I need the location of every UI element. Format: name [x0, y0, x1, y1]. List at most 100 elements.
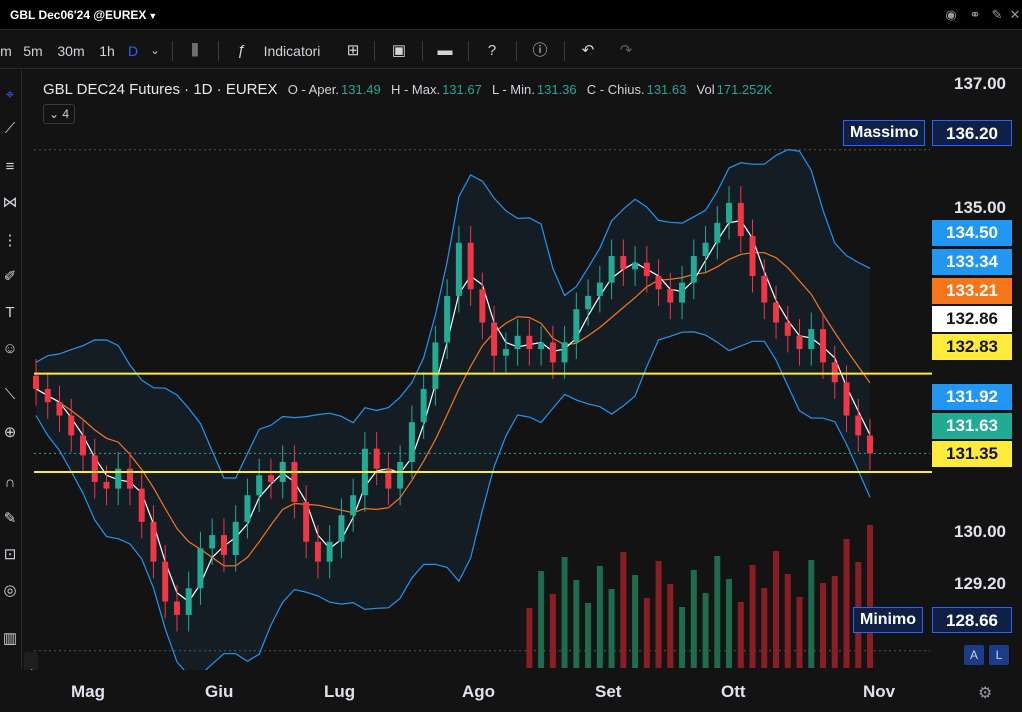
- month-label: Lug: [324, 682, 356, 701]
- volume-bar: [585, 603, 592, 668]
- volume-bar: [596, 566, 603, 668]
- candle-body: [397, 462, 404, 489]
- gear-icon[interactable]: ⚙: [978, 683, 992, 703]
- candle-body: [585, 295, 592, 310]
- candle-body: [185, 588, 192, 615]
- volume-bar: [573, 580, 580, 668]
- volume-bar: [643, 598, 650, 668]
- indicator-count: 4: [62, 107, 70, 121]
- candle-body: [197, 548, 204, 589]
- month-label: Nov: [863, 682, 896, 701]
- volume-bar: [820, 583, 827, 668]
- volume-bar: [831, 576, 838, 668]
- candle-body: [737, 202, 744, 237]
- min-value-label: 128.66: [932, 607, 1012, 633]
- price-tick: 129.20: [954, 574, 1006, 593]
- candle-body: [667, 289, 674, 303]
- volume-bar: [714, 556, 721, 668]
- candle-body: [68, 415, 75, 436]
- price-label: 134.50: [932, 220, 1012, 246]
- price-chart[interactable]: [0, 0, 1022, 712]
- candle-body: [784, 322, 791, 336]
- candle-body: [103, 481, 110, 489]
- candle-body: [632, 262, 639, 270]
- candle-body: [479, 289, 486, 323]
- candle-body: [56, 402, 63, 416]
- candle-body: [702, 242, 709, 257]
- volume-bar: [796, 597, 803, 668]
- candle-body: [843, 382, 850, 416]
- price-axis[interactable]: 137.00 135.00 130.00 129.20: [932, 70, 1022, 670]
- volume-bar: [726, 579, 733, 668]
- candle-body: [267, 475, 274, 482]
- volume-bar: [667, 584, 674, 668]
- candle-body: [714, 222, 721, 243]
- candle-body: [338, 515, 345, 542]
- candle-body: [538, 342, 545, 350]
- candle-body: [444, 295, 451, 343]
- candle-body: [326, 541, 333, 562]
- volume-bar: [784, 574, 791, 668]
- price-tick: 137.00: [954, 74, 1006, 93]
- candle-body: [526, 335, 533, 350]
- volume-bar: [549, 594, 556, 668]
- open-value: 131.49: [341, 82, 381, 97]
- month-label: Mag: [71, 682, 105, 701]
- candle-body: [690, 256, 697, 283]
- candle-body: [726, 202, 733, 223]
- candle-body: [855, 415, 862, 436]
- price-label: 133.34: [932, 249, 1012, 275]
- max-value-label: 136.20: [932, 120, 1012, 146]
- volume-label: Vol: [696, 82, 715, 97]
- auto-scale-button[interactable]: A: [964, 645, 984, 665]
- volume-bar: [608, 589, 615, 668]
- candle-body: [620, 256, 627, 270]
- volume-bar: [632, 575, 639, 668]
- candle-body: [138, 488, 145, 522]
- price-label: 133.21: [932, 278, 1012, 304]
- price-label: 132.86: [932, 306, 1012, 332]
- price-label: 131.63: [932, 413, 1012, 439]
- month-label: Set: [595, 682, 622, 701]
- candle-body: [761, 275, 768, 303]
- indicators-toggle[interactable]: ⌄ 4: [43, 104, 75, 124]
- candle-body: [643, 262, 650, 276]
- candle-body: [596, 282, 603, 296]
- high-label: H - Max.: [390, 82, 441, 97]
- close-value: 131.63: [646, 82, 687, 97]
- log-scale-button[interactable]: L: [989, 645, 1009, 665]
- chevron-down-icon: ⌄: [48, 107, 60, 121]
- candle-body: [91, 455, 98, 482]
- price-tick: 135.00: [954, 198, 1006, 217]
- volume-bar: [690, 570, 697, 668]
- candle-body: [549, 342, 556, 363]
- candle-body: [244, 495, 251, 522]
- volume-value: 171.252K: [716, 82, 773, 97]
- candle-body: [491, 322, 498, 356]
- candle-body: [796, 335, 803, 350]
- candle-body: [467, 242, 474, 290]
- candle-body: [303, 501, 310, 542]
- candle-body: [432, 342, 439, 389]
- volume-bar: [867, 525, 873, 668]
- candle-body: [573, 309, 580, 343]
- candle-body: [808, 329, 815, 350]
- candle-body: [820, 329, 827, 363]
- candle-body: [608, 256, 615, 283]
- candle-body: [256, 475, 263, 496]
- candle-body: [561, 342, 568, 363]
- symbol-label[interactable]: GBL DEC24 Futures · 1D · EUREX: [43, 81, 278, 98]
- volume-bar: [737, 602, 744, 668]
- candle-body: [867, 435, 873, 454]
- volume-bar: [843, 539, 850, 668]
- open-label: O - Aper.: [287, 82, 339, 97]
- month-label: Giu: [205, 682, 234, 701]
- candle-body: [162, 561, 169, 602]
- candle-body: [455, 242, 462, 296]
- candle-body: [44, 388, 51, 403]
- candle-body: [420, 388, 427, 423]
- candle-body: [655, 275, 662, 290]
- volume-bar: [702, 593, 709, 668]
- candle-body: [514, 335, 521, 350]
- price-label: 132.83: [932, 334, 1012, 360]
